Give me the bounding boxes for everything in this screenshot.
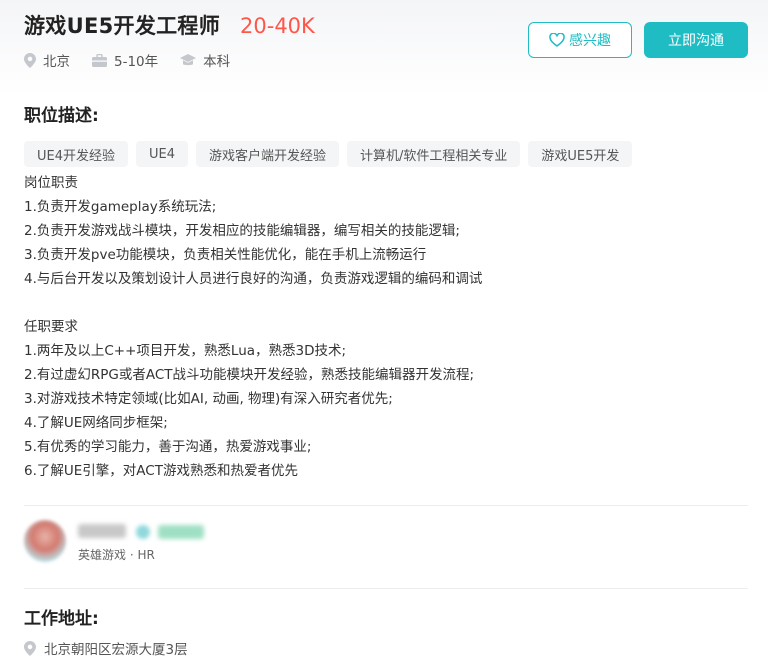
work-address: 北京朝阳区宏源大厦3层 [24,638,188,658]
recruiter-status-blurred [158,525,204,539]
city-text: 北京 [43,54,70,70]
requirement-line: 6.了解UE引擎，对ACT游戏熟悉和热爱者优先 [24,463,298,479]
requirement-line: 3.对游戏技术特定领域(比如AI, 动画, 物理)有深入研究者优先; [24,391,393,407]
description-line: 2.负责开发游戏战斗模块，开发相应的技能编辑器，编写相关的技能逻辑; [24,223,460,239]
requirement-line: 2.有过虚幻RPG或者ACT战斗功能模块开发经验，熟悉技能编辑器开发流程; [24,367,475,383]
job-header: 游戏UE5开发工程师 20-40K 北京 5-10年 本科 感兴趣 立即沟通 [24,8,748,88]
recruiter-name-blurred [78,524,126,538]
requirement-line: 5.有优秀的学习能力，善于沟通，热爱游戏事业; [24,439,312,455]
address-text: 北京朝阳区宏源大厦3层 [44,642,188,658]
divider [24,505,748,506]
divider [24,588,748,589]
interest-label: 感兴趣 [569,33,611,49]
description-line: 4.与后台开发以及策划设计人员进行良好的沟通，负责游戏逻辑的编码和调试 [24,271,483,287]
meta-city: 北京 [24,50,70,70]
location-icon [24,640,36,656]
chat-now-button[interactable]: 立即沟通 [644,22,748,58]
recruiter-avatar[interactable] [24,520,66,562]
skill-tag: UE4开发经验 [24,141,129,167]
skill-tag: 计算机/软件工程相关专业 [347,141,521,167]
recruiter-company-role: 英雄游戏 · HR [78,548,155,562]
graduation-cap-icon [180,53,197,65]
chat-now-label: 立即沟通 [668,33,724,49]
meta-education: 本科 [180,50,230,70]
description-section-title: 职位描述: [24,106,99,126]
heart-icon [549,33,565,47]
interest-button[interactable]: 感兴趣 [528,22,632,58]
experience-text: 5-10年 [114,54,159,70]
recruiter-badge-blurred [136,525,150,539]
education-text: 本科 [203,54,231,70]
meta-experience: 5-10年 [92,50,158,70]
title-row: 游戏UE5开发工程师 20-40K [24,10,315,40]
description-line: 3.负责开发pve功能模块，负责相关性能优化，能在手机上流畅运行 [24,247,427,263]
skill-tag: 游戏UE5开发 [528,141,633,167]
description-line: 1.负责开发gameplay系统玩法; [24,199,217,215]
description-blank-line [24,291,744,315]
salary: 20-40K [240,14,315,38]
skill-tag: UE4 [136,141,189,167]
job-description: 岗位职责 1.负责开发gameplay系统玩法; 2.负责开发游戏战斗模块，开发… [24,171,744,483]
job-meta: 北京 5-10年 本科 [24,50,252,70]
description-heading: 岗位职责 [24,175,78,191]
skill-tag: 游戏客户端开发经验 [196,141,340,167]
job-title: 游戏UE5开发工程师 [24,14,221,38]
skill-tags: UE4开发经验 UE4 游戏客户端开发经验 计算机/软件工程相关专业 游戏UE5… [24,141,640,167]
location-icon [24,52,36,68]
briefcase-icon [92,53,107,67]
location-section-title: 工作地址: [24,609,99,629]
requirement-line: 1.两年及以上C++项目开发，熟悉Lua，熟悉3D技术; [24,343,347,359]
requirement-line: 4.了解UE网络同步框架; [24,415,168,431]
requirements-heading: 任职要求 [24,319,78,335]
